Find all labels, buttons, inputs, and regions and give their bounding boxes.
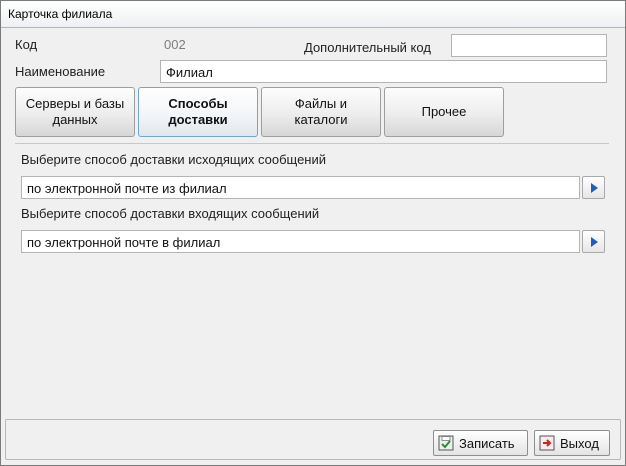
incoming-delivery-label: Выберите способ доставки входящих сообще… — [21, 206, 320, 221]
code-value: 002 — [164, 37, 186, 52]
exit-icon — [539, 435, 555, 451]
extra-code-field[interactable] — [451, 34, 607, 57]
tab-other-label: Прочее — [421, 104, 467, 119]
extra-code-label: Дополнительный код — [304, 40, 431, 55]
tab-separator — [15, 143, 609, 144]
name-field[interactable]: Филиал — [160, 60, 607, 83]
tab-other[interactable]: Прочее — [384, 87, 504, 137]
tab-files-label: Файлы и каталоги — [294, 96, 348, 127]
window-title: Карточка филиала — [8, 7, 113, 21]
tab-delivery-label: Способы доставки — [168, 96, 228, 127]
tab-servers-label: Серверы и базы данных — [25, 96, 125, 127]
arrow-right-icon — [591, 183, 598, 193]
tab-files-folders[interactable]: Файлы и каталоги — [261, 87, 381, 137]
code-label: Код — [15, 37, 38, 52]
incoming-delivery-field[interactable]: по электронной почте в филиал — [21, 230, 580, 253]
exit-button-label: Выход — [560, 435, 599, 451]
outgoing-delivery-label: Выберите способ доставки исходящих сообщ… — [21, 152, 326, 167]
outgoing-delivery-field[interactable]: по электронной почте из филиал — [21, 176, 580, 199]
tab-delivery-methods[interactable]: Способы доставки — [138, 87, 258, 137]
tab-servers-databases[interactable]: Серверы и базы данных — [15, 87, 135, 137]
save-button-label: Записать — [459, 435, 515, 451]
save-icon — [438, 435, 454, 451]
incoming-select-button[interactable] — [582, 230, 605, 253]
bottom-button-panel — [5, 419, 621, 460]
exit-button[interactable]: Выход — [534, 430, 610, 456]
branch-card-window: Карточка филиала Код 002 Дополнительный … — [0, 0, 626, 466]
arrow-right-icon — [591, 237, 598, 247]
save-button[interactable]: Записать — [433, 430, 528, 456]
title-bar: Карточка филиала — [1, 1, 625, 28]
name-label: Наименование — [15, 64, 106, 79]
outgoing-select-button[interactable] — [582, 176, 605, 199]
